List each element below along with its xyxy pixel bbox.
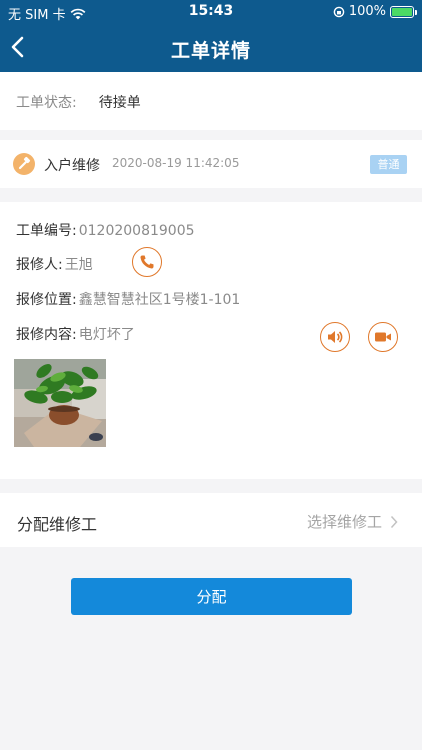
- select-worker-picker[interactable]: 选择维修工: [307, 511, 398, 532]
- order-status-value: 待接单: [98, 95, 141, 111]
- battery-percent: 100%: [348, 4, 386, 19]
- order-status-card: 工单状态: 待接单: [0, 72, 422, 130]
- assign-worker-label: 分配维修工: [17, 515, 98, 534]
- order-number-row: 工单编号: 0120200819005: [16, 220, 195, 240]
- location-row: 报修位置: 鑫慧智慧社区1号楼1-101: [16, 289, 240, 309]
- reporter-value: 王旭: [64, 257, 93, 273]
- content-row: 报修内容: 电灯坏了: [16, 324, 135, 344]
- order-status-row: 工单状态: 待接单: [16, 92, 141, 112]
- select-worker-placeholder: 选择维修工: [306, 513, 382, 531]
- content-label: 报修内容:: [16, 327, 77, 343]
- status-bar-right: 100%: [333, 4, 417, 19]
- order-created-time: 2020-08-19 11:42:05: [112, 156, 240, 170]
- assign-worker-row[interactable]: 分配维修工 选择维修工: [0, 493, 422, 547]
- order-number-value: 0120200819005: [78, 223, 195, 239]
- location-value: 鑫慧智慧社区1号楼1-101: [78, 292, 241, 308]
- orientation-lock-icon: [333, 6, 345, 17]
- page-title: 工单详情: [170, 40, 251, 62]
- play-video-button[interactable]: [368, 322, 398, 352]
- chevron-right-icon: [390, 515, 398, 528]
- battery-icon: [390, 5, 417, 18]
- speaker-icon: [328, 331, 343, 343]
- app-header: 无 SIM 卡 15:43 100% 工单详情: [0, 0, 422, 72]
- hammer-icon: [13, 153, 35, 175]
- order-detail-card: 工单编号: 0120200819005 报修人: 王旭 报修位置: 鑫慧智慧社区1号楼…: [0, 202, 422, 479]
- reporter-label: 报修人:: [16, 257, 63, 273]
- content-value: 电灯坏了: [78, 327, 135, 343]
- order-type-title: 入户维修: [44, 158, 100, 174]
- potted-plant-photo: [14, 359, 106, 447]
- order-number-label: 工单编号:: [16, 223, 77, 239]
- location-label: 报修位置:: [16, 292, 77, 308]
- play-audio-button[interactable]: [320, 322, 350, 352]
- repair-photo-thumbnail[interactable]: [14, 359, 106, 447]
- video-camera-icon: [375, 332, 391, 342]
- priority-badge: 普通: [370, 155, 407, 174]
- status-bar: 无 SIM 卡 15:43 100%: [0, 0, 422, 24]
- order-type-card: 入户维修 2020-08-19 11:42:05 普通: [0, 140, 422, 188]
- reporter-row: 报修人: 王旭: [16, 254, 93, 274]
- phone-icon: [140, 255, 154, 269]
- assign-button[interactable]: 分配: [71, 578, 352, 615]
- order-status-label: 工单状态:: [16, 95, 77, 111]
- call-reporter-button[interactable]: [132, 247, 162, 277]
